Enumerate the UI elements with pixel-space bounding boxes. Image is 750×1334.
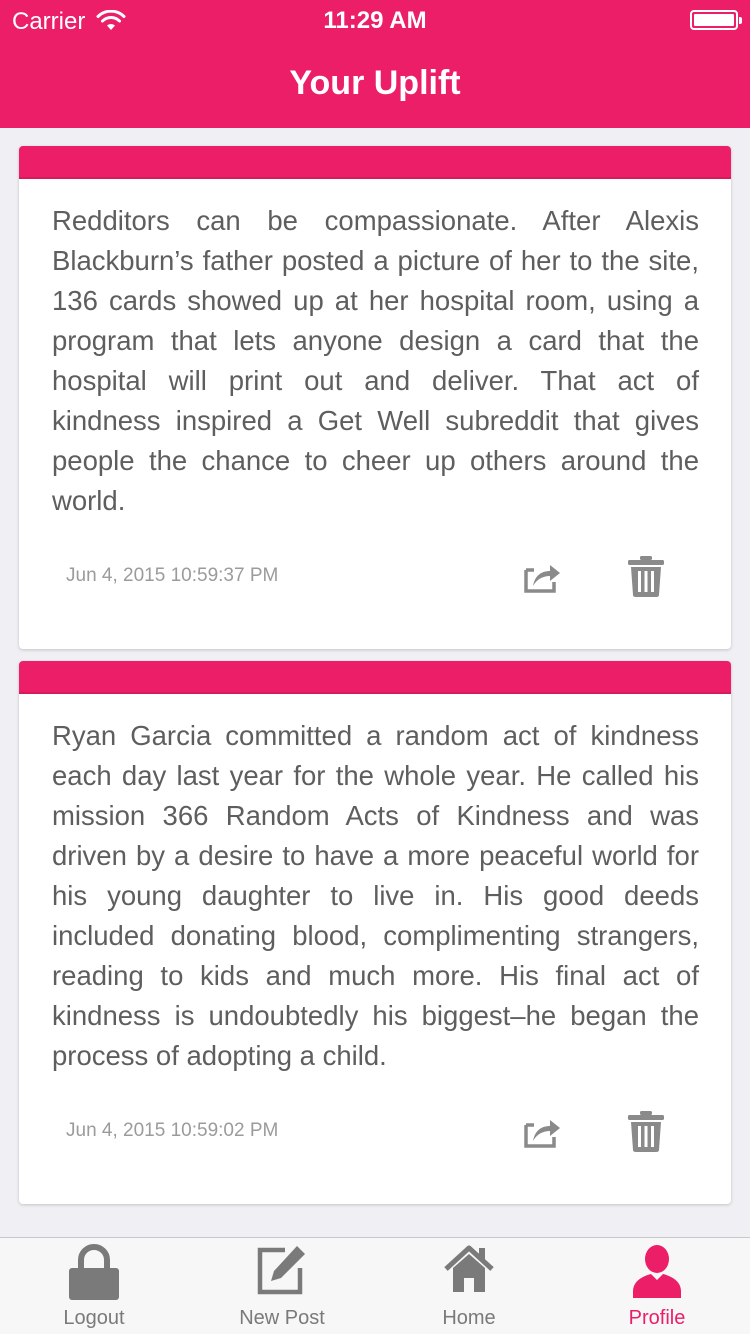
tab-profile[interactable]: Profile	[597, 1238, 717, 1334]
post-footer: Jun 4, 2015 10:59:37 PM	[19, 521, 731, 649]
card-header-bar	[19, 661, 731, 694]
status-bar: Carrier 11:29 AM	[0, 0, 750, 40]
person-icon	[633, 1245, 681, 1298]
home-icon	[444, 1245, 494, 1292]
share-icon[interactable]	[522, 1113, 562, 1149]
status-time: 11:29 AM	[323, 7, 427, 34]
tab-bar: Logout New Post Home Profile	[0, 1237, 750, 1334]
tab-home[interactable]: Home	[409, 1238, 529, 1334]
trash-icon[interactable]	[627, 555, 665, 597]
tab-logout[interactable]: Logout	[34, 1238, 154, 1334]
post-card: Redditors can be compassionate. After Al…	[19, 146, 731, 649]
post-timestamp: Jun 4, 2015 10:59:37 PM	[66, 565, 279, 586]
page-title: Your Uplift	[289, 64, 461, 102]
tab-label: New Post	[239, 1307, 325, 1329]
post-feed: Redditors can be compassionate. After Al…	[19, 146, 731, 1204]
share-icon[interactable]	[522, 558, 562, 594]
card-header-bar	[19, 146, 731, 179]
header: Carrier 11:29 AM Your Uplift	[0, 0, 750, 128]
compose-icon	[257, 1246, 305, 1295]
tab-label: Profile	[628, 1307, 686, 1329]
post-timestamp: Jun 4, 2015 10:59:02 PM	[66, 1120, 279, 1141]
lock-icon	[69, 1244, 119, 1300]
tab-new-post[interactable]: New Post	[222, 1238, 342, 1334]
app-screen: Carrier 11:29 AM Your Uplift Redditors c…	[0, 0, 750, 1334]
trash-icon[interactable]	[627, 1110, 665, 1152]
post-card: Ryan Garcia committed a random act of ki…	[19, 661, 731, 1204]
tab-label: Home	[442, 1307, 496, 1329]
post-text: Redditors can be compassionate. After Al…	[52, 205, 699, 516]
battery-icon	[690, 10, 742, 30]
post-footer: Jun 4, 2015 10:59:02 PM	[19, 1076, 731, 1204]
post-text: Ryan Garcia committed a random act of ki…	[52, 720, 699, 1071]
tab-label: Logout	[63, 1307, 125, 1329]
